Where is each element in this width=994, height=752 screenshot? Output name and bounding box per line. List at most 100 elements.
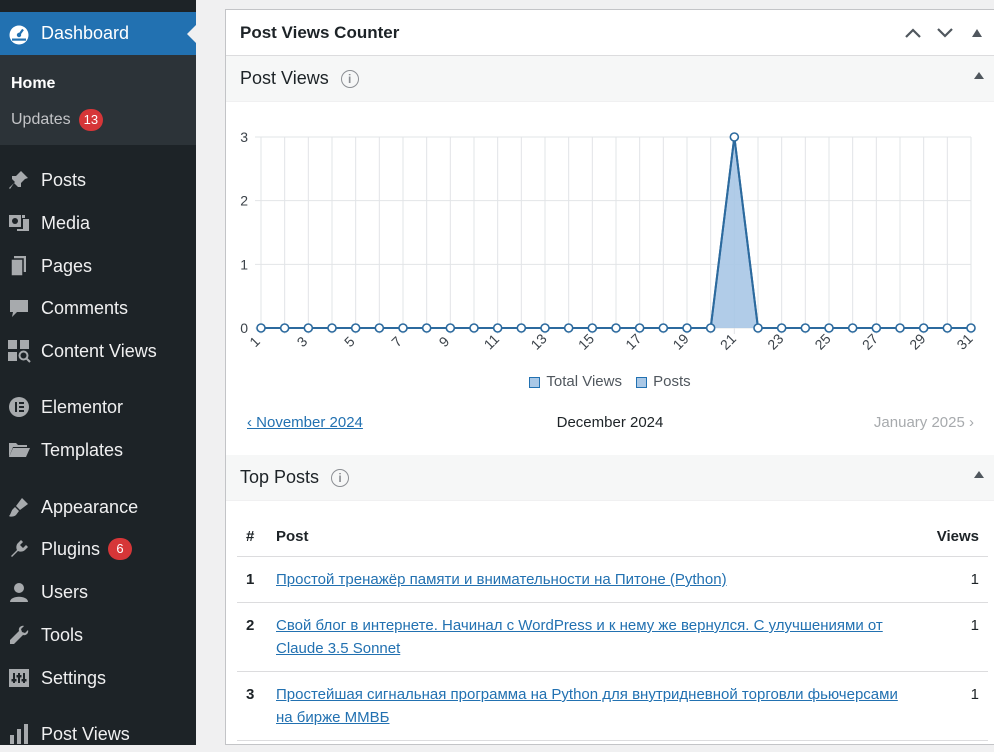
sidebar-item-settings[interactable]: Settings [0,660,196,696]
sidebar-item-appearance[interactable]: Appearance [0,489,196,525]
x-tick-label: 9 [436,333,453,350]
data-point [421,323,432,333]
post-views-chart: 01231 3 5 7 9 11 13 15 17 19 21 23 25 27 29 31 [240,129,976,353]
y-tick-label: 1 [240,256,248,272]
column-header-number: # [237,518,267,557]
sidebar-item-pages[interactable]: Pages [0,248,196,284]
x-tick-label: 19 [669,330,691,352]
collapse-arrow-icon[interactable] [974,471,984,478]
submenu-home[interactable]: Home [11,75,55,93]
sidebar-item-templates[interactable]: Templates [0,432,196,468]
x-tick-label: 21 [717,330,739,352]
sidebar-item-label: Templates [41,439,124,460]
sidebar-item-content-views[interactable]: Content Views [0,333,196,369]
collapse-toggle-button[interactable] [966,22,988,44]
post-link[interactable]: Свой блог в интернете. Начинал с WordPre… [276,617,883,657]
legend-item-total-views[interactable]: Total Views [529,373,622,390]
wrench-icon [7,623,31,647]
legend-swatch [636,376,648,388]
table-row: 2 Свой блог в интернете. Начинал с WordP… [237,602,988,672]
plugins-count-badge: 6 [108,538,133,560]
sidebar-item-comments[interactable]: Comments [0,290,196,326]
submenu-updates[interactable]: Updates 13 [11,109,104,131]
move-up-button[interactable] [902,22,924,44]
pages-icon [7,254,31,278]
data-point [824,323,834,333]
sidebar-item-users[interactable]: Users [0,574,196,610]
sidebar-item-label: Dashboard [41,23,130,43]
dashboard-icon [7,22,31,46]
submenu-updates-label: Updates [11,111,71,128]
bar-chart-icon [7,722,31,746]
sidebar-item-label: Post Views [41,723,130,744]
sidebar-item-label: Elementor [41,396,124,417]
collapse-arrow-icon[interactable] [974,72,984,79]
sidebar-item-dashboard[interactable]: Dashboard [0,12,196,55]
sidebar-item-label: Comments [41,297,129,318]
sidebar-top [0,0,196,12]
x-tick-label: 11 [481,331,503,353]
post-views-counter-widget: Post Views Counter Post Views i 01231357… [225,9,994,745]
data-point [776,323,787,333]
sidebar-item-post-views[interactable]: Post Views [0,716,196,752]
top-posts-table: # Post Views 1 Простой тренажёр памяти и… [237,518,988,741]
dashboard-submenu: Home Updates 13 [0,55,196,145]
x-tick-label: 7 [388,333,405,350]
data-point [374,323,385,333]
x-tick-label: 15 [575,330,597,352]
sidebar-item-label: Content Views [41,340,157,361]
x-tick-label: 27 [859,330,881,352]
column-header-views: Views [910,518,988,557]
data-point [540,323,550,333]
x-tick-label: 13 [527,330,549,352]
widget-header: Post Views Counter [226,10,994,56]
data-point [918,323,929,333]
post-link[interactable]: Простейшая сигнальная программа на Pytho… [276,686,898,726]
sidebar-item-label: Plugins [41,538,101,559]
sidebar-item-media[interactable]: Media [0,205,196,241]
sidebar-item-label: Appearance [41,496,139,517]
data-point [847,323,858,333]
grid-search-icon [7,339,31,363]
x-tick-label: 31 [953,330,975,352]
sidebar-item-label: Posts [41,169,87,190]
data-point [753,323,763,333]
data-point [279,323,290,333]
plug-icon [7,537,31,561]
sidebar-item-label: Pages [41,255,93,276]
info-icon[interactable]: i [340,69,359,88]
y-tick-label: 0 [240,320,248,336]
legend-label: Total Views [546,373,622,390]
y-tick-label: 3 [240,129,248,145]
row-number: 1 [237,556,267,603]
data-point [587,323,598,333]
sidebar-item-posts[interactable]: Posts [0,162,196,198]
table-row: 1 Простой тренажёр памяти и внимательнос… [237,556,988,603]
sidebar-item-elementor[interactable]: Elementor [0,389,196,425]
info-icon[interactable]: i [331,468,350,487]
post-views-section-header[interactable]: Post Views i [226,56,994,102]
post-link[interactable]: Простой тренажёр памяти и внимательности… [276,571,727,588]
legend-item-posts[interactable]: Posts [636,373,691,390]
data-point [492,323,503,333]
data-point [303,323,314,333]
media-icon [7,211,31,235]
sidebar-item-tools[interactable]: Tools [0,617,196,653]
top-posts-section-header[interactable]: Top Posts i [226,455,994,501]
sidebar-item-label: Tools [41,624,84,645]
move-down-button[interactable] [934,22,956,44]
x-tick-label: 23 [764,330,786,352]
data-point [729,132,740,142]
data-point [398,323,408,333]
data-point [611,323,621,333]
x-tick-label: 1 [246,333,263,350]
elementor-icon [7,395,31,419]
user-icon [7,580,31,604]
row-number: 2 [237,602,267,672]
data-point [705,323,716,333]
sidebar-item-plugins[interactable]: Plugins 6 [0,531,196,567]
data-point [895,323,905,333]
pin-icon [7,168,31,192]
data-point [871,323,882,333]
comment-icon [7,296,31,320]
